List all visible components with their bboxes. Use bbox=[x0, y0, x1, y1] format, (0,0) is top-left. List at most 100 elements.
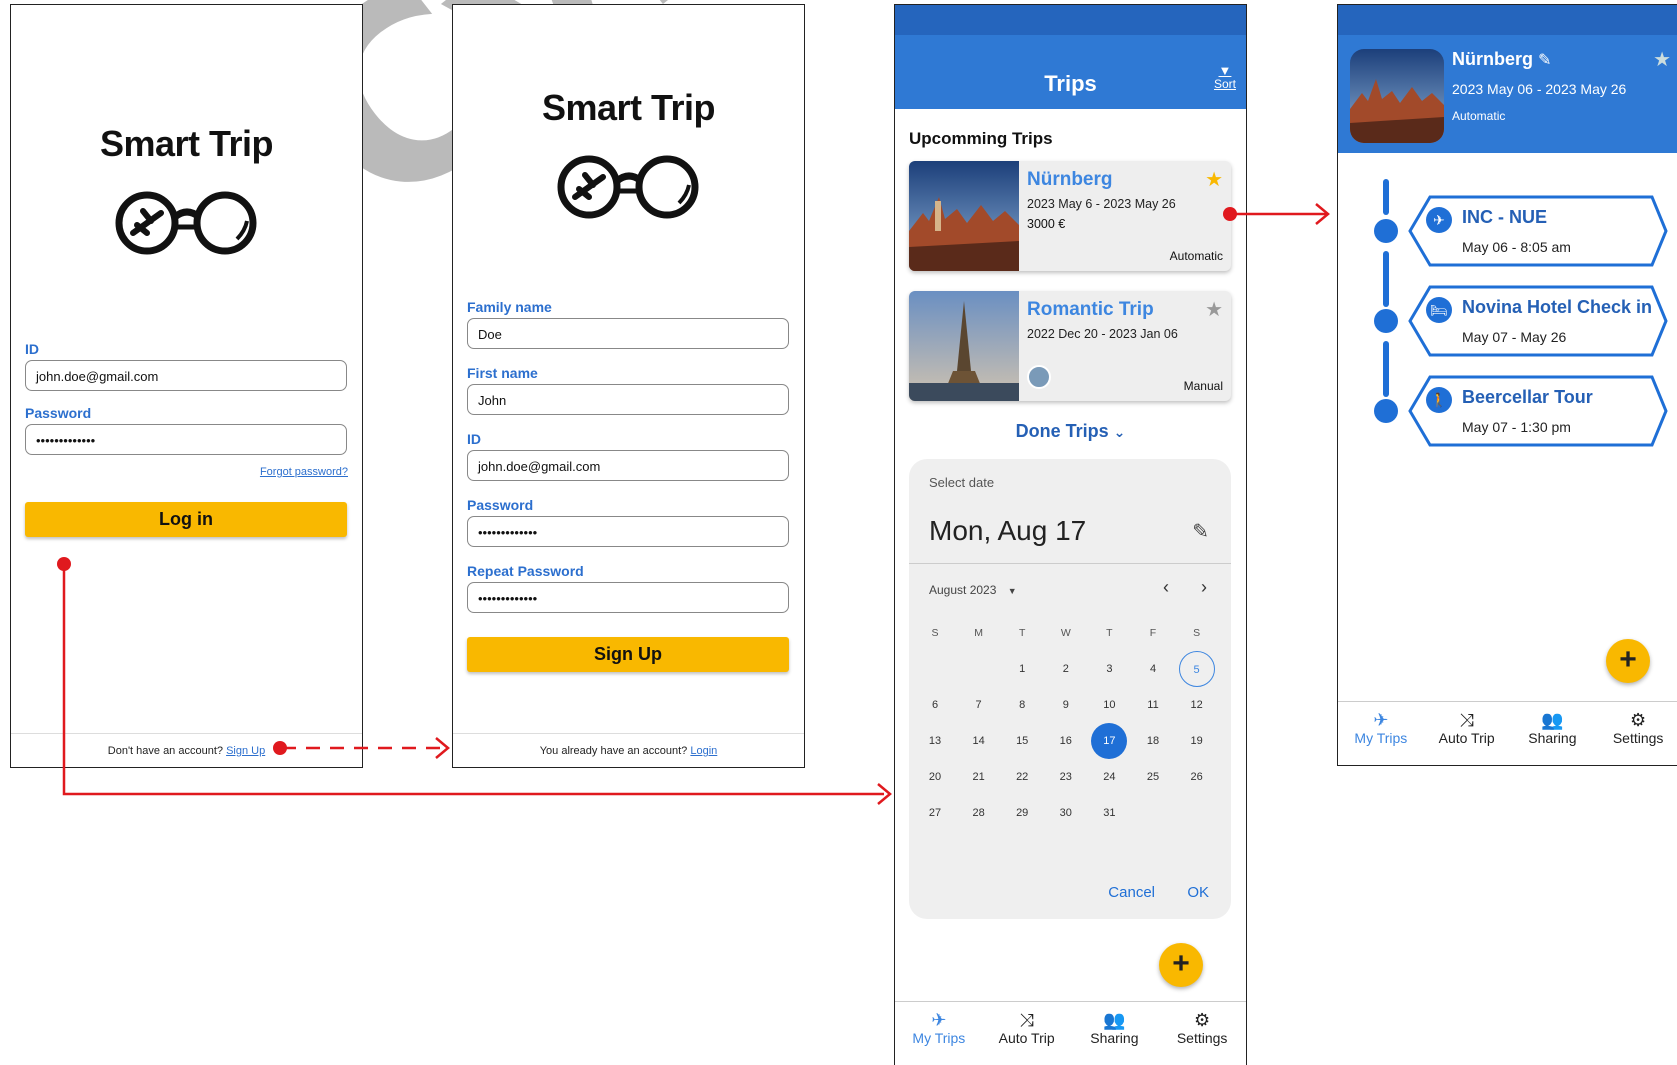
calendar-day[interactable]: 4 bbox=[1135, 651, 1171, 687]
tab-my-trips[interactable]: ✈ My Trips bbox=[895, 1002, 983, 1065]
timeline-event-card[interactable]: 🛏 Novina Hotel Check in May 07 - May 26 bbox=[1408, 285, 1668, 357]
trip-photo bbox=[909, 291, 1019, 401]
plane-icon: ✈ bbox=[1373, 710, 1389, 730]
gear-icon: ⚙ bbox=[1630, 710, 1647, 730]
weekday-header: W bbox=[1060, 627, 1071, 639]
trip-dates: 2023 May 6 - 2023 May 26 bbox=[1027, 197, 1176, 211]
calendar-day[interactable]: 6 bbox=[917, 687, 953, 723]
calendar-day[interactable]: 19 bbox=[1179, 723, 1215, 759]
password-field[interactable]: ••••••••••••• bbox=[467, 516, 789, 547]
done-trips-toggle[interactable]: Done Trips ⌄ bbox=[895, 421, 1246, 442]
calendar-day[interactable]: 29 bbox=[1004, 795, 1040, 831]
calendar-day[interactable]: 10 bbox=[1091, 687, 1127, 723]
trip-photo bbox=[909, 161, 1019, 271]
calendar-day[interactable]: 25 bbox=[1135, 759, 1171, 795]
previous-month-icon[interactable]: ‹ bbox=[1163, 577, 1169, 598]
calendar-day[interactable]: 22 bbox=[1004, 759, 1040, 795]
calendar-day[interactable]: 14 bbox=[961, 723, 997, 759]
tab-sharing[interactable]: 👥 Sharing bbox=[1510, 702, 1596, 765]
calendar-day[interactable]: 9 bbox=[1048, 687, 1084, 723]
calendar-day[interactable]: 13 bbox=[917, 723, 953, 759]
tab-auto-trip[interactable]: ⤨ Auto Trip bbox=[983, 1002, 1071, 1065]
calendar-day[interactable]: 8 bbox=[1004, 687, 1040, 723]
calendar-day[interactable]: 11 bbox=[1135, 687, 1171, 723]
tab-sharing[interactable]: 👥 Sharing bbox=[1071, 1002, 1159, 1065]
calendar-day[interactable]: 23 bbox=[1048, 759, 1084, 795]
calendar-day[interactable]: 16 bbox=[1048, 723, 1084, 759]
first-name-field[interactable]: John bbox=[467, 384, 789, 415]
calendar-day[interactable]: 15 bbox=[1004, 723, 1040, 759]
tab-auto-trip[interactable]: ⤨ Auto Trip bbox=[1424, 702, 1510, 765]
weekday-header: S bbox=[931, 627, 939, 639]
id-label: ID bbox=[467, 431, 481, 447]
smart-trip-logo-icon bbox=[557, 155, 698, 219]
month-year-selector[interactable]: August 2023 ▼ bbox=[929, 583, 1017, 597]
event-card-outline bbox=[1408, 195, 1668, 267]
calendar-day[interactable]: 27 bbox=[917, 795, 953, 831]
sort-button[interactable]: ▼ Sort bbox=[1214, 64, 1236, 91]
star-filled-icon[interactable]: ★ bbox=[1205, 167, 1223, 192]
cancel-button[interactable]: Cancel bbox=[1108, 884, 1155, 901]
add-event-button[interactable]: + bbox=[1606, 639, 1650, 683]
walk-icon: 🚶 bbox=[1426, 387, 1452, 413]
id-field[interactable]: john.doe@gmail.com bbox=[467, 450, 789, 481]
star-outline-icon[interactable]: ★ bbox=[1653, 47, 1671, 72]
forgot-password-link[interactable]: Forgot password? bbox=[260, 466, 348, 478]
timeline-event-card[interactable]: 🚶 Beercellar Tour May 07 - 1:30 pm bbox=[1408, 375, 1668, 447]
weekday-header: M bbox=[974, 627, 983, 639]
calendar-day[interactable]: 17 bbox=[1091, 723, 1128, 759]
timeline-rail bbox=[1383, 341, 1389, 397]
calendar-day[interactable]: 2 bbox=[1048, 651, 1084, 687]
calendar-day[interactable]: 26 bbox=[1179, 759, 1215, 795]
tab-label: Auto Trip bbox=[1438, 730, 1495, 746]
password-field[interactable]: ••••••••••••• bbox=[25, 424, 347, 455]
tab-my-trips[interactable]: ✈ My Trips bbox=[1338, 702, 1424, 765]
tab-settings[interactable]: ⚙ Settings bbox=[1158, 1002, 1246, 1065]
calendar-day[interactable]: 18 bbox=[1135, 723, 1171, 759]
calendar-day[interactable]: 1 bbox=[1004, 651, 1040, 687]
trip-card[interactable]: Nürnberg ★ 2023 May 6 - 2023 May 26 3000… bbox=[909, 161, 1231, 271]
edit-pencil-icon[interactable]: ✎ bbox=[1538, 52, 1551, 69]
calendar-day[interactable]: 21 bbox=[961, 759, 997, 795]
people-icon: 👥 bbox=[1103, 1010, 1126, 1030]
signup-button[interactable]: Sign Up bbox=[467, 637, 789, 672]
calendar-day[interactable]: 24 bbox=[1091, 759, 1127, 795]
add-trip-button[interactable]: + bbox=[1159, 943, 1203, 987]
calendar-day[interactable]: 30 bbox=[1048, 795, 1084, 831]
calendar-day[interactable]: 7 bbox=[961, 687, 997, 723]
timeline-dot bbox=[1374, 219, 1398, 243]
trip-card[interactable]: Romantic Trip ★ 2022 Dec 20 - 2023 Jan 0… bbox=[909, 291, 1231, 401]
calendar-day[interactable]: 20 bbox=[917, 759, 953, 795]
id-field[interactable]: john.doe@gmail.com bbox=[25, 360, 347, 391]
login-link[interactable]: Login bbox=[690, 745, 717, 757]
calendar-day[interactable]: 3 bbox=[1091, 651, 1127, 687]
repeat-password-field[interactable]: ••••••••••••• bbox=[467, 582, 789, 613]
next-month-icon[interactable]: › bbox=[1201, 577, 1207, 598]
star-outline-icon[interactable]: ★ bbox=[1205, 297, 1223, 322]
calendar-day[interactable]: 12 bbox=[1179, 687, 1215, 723]
chevron-down-icon: ⌄ bbox=[1113, 424, 1126, 440]
family-name-field[interactable]: Doe bbox=[467, 318, 789, 349]
weekday-header: T bbox=[1106, 627, 1113, 639]
signup-link[interactable]: Sign Up bbox=[226, 745, 265, 757]
event-card-outline bbox=[1408, 285, 1668, 357]
id-label: ID bbox=[25, 341, 39, 357]
password-label: Password bbox=[467, 497, 534, 513]
calendar-day[interactable]: 31 bbox=[1091, 795, 1127, 831]
ok-button[interactable]: OK bbox=[1187, 884, 1209, 901]
trip-mode: Automatic bbox=[1452, 109, 1506, 123]
timeline-event-card[interactable]: ✈ INC - NUE May 06 - 8:05 am bbox=[1408, 195, 1668, 267]
calendar-day[interactable]: 5 bbox=[1178, 651, 1215, 687]
trip-price: 3000 € bbox=[1027, 217, 1066, 231]
weekday-header: S bbox=[1193, 627, 1201, 639]
dropdown-icon: ▼ bbox=[1007, 586, 1017, 596]
login-button[interactable]: Log in bbox=[25, 502, 347, 537]
pencil-icon[interactable]: ✎ bbox=[1192, 519, 1209, 544]
calendar-day[interactable]: 28 bbox=[961, 795, 997, 831]
tab-label: Auto Trip bbox=[998, 1030, 1055, 1046]
tab-settings[interactable]: ⚙ Settings bbox=[1595, 702, 1677, 765]
password-label: Password bbox=[25, 405, 92, 421]
event-card-outline bbox=[1408, 375, 1668, 447]
divider bbox=[909, 563, 1231, 564]
plane-icon: ✈ bbox=[1426, 207, 1452, 233]
